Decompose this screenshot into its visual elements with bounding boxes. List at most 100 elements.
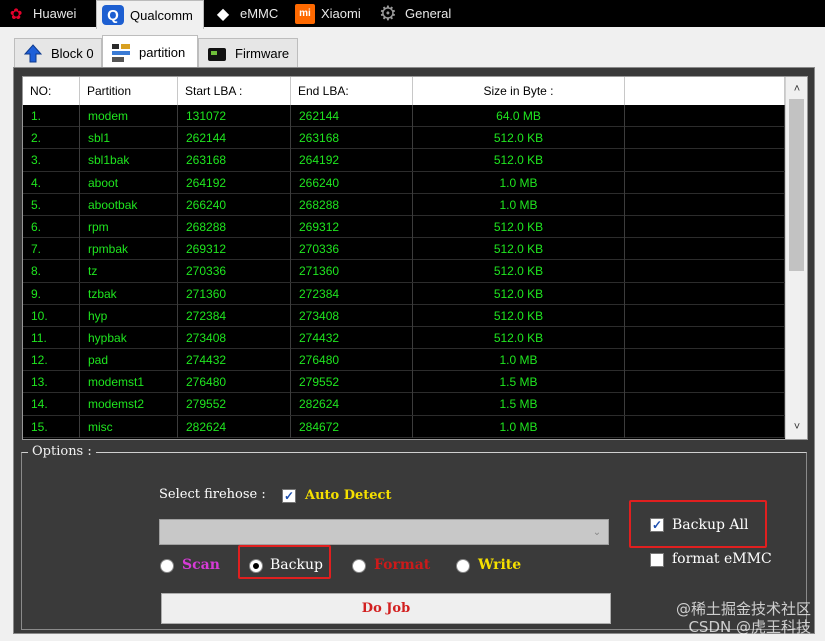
- backup-all-checkbox[interactable]: ✓: [650, 518, 664, 532]
- partition-panel: NO: Partition Start LBA : End LBA: Size …: [13, 67, 815, 634]
- cell-size: 1.0 MB: [413, 415, 625, 438]
- table-row[interactable]: 10. hyp 272384 273408 512.0 KB: [23, 304, 785, 327]
- cell-partition: aboot: [80, 171, 178, 194]
- partition-table: NO: Partition Start LBA : End LBA: Size …: [22, 76, 808, 440]
- table-row[interactable]: 4. aboot 264192 266240 1.0 MB: [23, 171, 785, 194]
- cell-size: 512.0 KB: [413, 127, 625, 150]
- table-row[interactable]: 11. hypbak 273408 274432 512.0 KB: [23, 326, 785, 350]
- cell-end-lba: 282624: [291, 393, 413, 416]
- table-row[interactable]: 6. rpm 268288 269312 512.0 KB: [23, 215, 785, 239]
- table-row[interactable]: 7. rpmbak 269312 270336 512.0 KB: [23, 238, 785, 261]
- table-row[interactable]: 3. sbl1bak 263168 264192 512.0 KB: [23, 149, 785, 172]
- scroll-up-icon[interactable]: ˄: [786, 79, 807, 99]
- cell-end-lba: 276480: [291, 349, 413, 372]
- checkmark-icon: ✓: [283, 489, 295, 503]
- cell-start-lba: 272384: [178, 304, 291, 327]
- radio-write[interactable]: [456, 559, 470, 573]
- cell-size: 64.0 MB: [413, 105, 625, 127]
- cell-partition: modemst2: [80, 393, 178, 416]
- column-header-partition[interactable]: Partition: [80, 77, 178, 105]
- cell-no: 8.: [23, 260, 80, 283]
- auto-detect-checkbox[interactable]: ✓: [282, 489, 296, 503]
- radio-format[interactable]: [352, 559, 366, 573]
- tab-label: Qualcomm: [130, 7, 193, 23]
- cell-end-lba: 262144: [291, 105, 413, 127]
- table-row[interactable]: 2. sbl1 262144 263168 512.0 KB: [23, 127, 785, 150]
- tab-label: eMMC: [240, 6, 279, 21]
- cell-start-lba: 264192: [178, 171, 291, 194]
- column-header-no[interactable]: NO:: [23, 77, 80, 105]
- table-row[interactable]: 15. misc 282624 284672 1.0 MB: [23, 415, 785, 438]
- table-body: 1. modem 131072 262144 64.0 MB 2. sbl1 262144 26…: [23, 105, 785, 438]
- tab-xiaomi[interactable]: mi Xiaomi: [290, 0, 370, 27]
- table-scrollbar[interactable]: ˄ ˅: [785, 77, 807, 439]
- tab-partition[interactable]: partition: [102, 35, 198, 69]
- column-header-end-lba[interactable]: End LBA:: [291, 77, 413, 105]
- table-row[interactable]: 1. modem 131072 262144 64.0 MB: [23, 105, 785, 128]
- format-emmc-checkbox[interactable]: [650, 553, 664, 567]
- tab-huawei[interactable]: ✿ Huawei: [0, 0, 92, 27]
- table-row[interactable]: 8. tz 270336 271360 512.0 KB: [23, 260, 785, 283]
- cell-size: 1.0 MB: [413, 171, 625, 194]
- tab-firmware[interactable]: Firmware: [198, 38, 298, 68]
- qualcomm-logo-icon: Q: [102, 5, 124, 25]
- table-row[interactable]: 14. modemst2 279552 282624 1.5 MB: [23, 393, 785, 416]
- cell-size: 512.0 KB: [413, 238, 625, 261]
- xiaomi-logo-icon: mi: [295, 3, 315, 24]
- tab-general[interactable]: ⚙ General: [372, 0, 464, 27]
- radio-backup[interactable]: [249, 559, 263, 573]
- tab-label: General: [405, 6, 452, 21]
- cell-end-lba: 274432: [291, 326, 413, 349]
- partition-icon: [109, 42, 133, 64]
- scroll-thumb[interactable]: [789, 99, 804, 271]
- watermark-line-2: CSDN @虎王科技: [688, 618, 811, 636]
- cell-end-lba: 264192: [291, 149, 413, 172]
- cell-no: 6.: [23, 215, 80, 238]
- column-header-start-lba[interactable]: Start LBA :: [178, 77, 291, 105]
- firehose-select[interactable]: ⌄: [159, 519, 609, 545]
- cell-empty: [625, 127, 785, 150]
- brand-tab-bar: ✿ Huawei Q Qualcomm ◆ eMMC mi Xiaomi ⚙ G…: [0, 0, 825, 29]
- cell-end-lba: 270336: [291, 238, 413, 261]
- cell-partition: pad: [80, 349, 178, 372]
- cell-empty: [625, 149, 785, 172]
- cell-size: 512.0 KB: [413, 149, 625, 172]
- tab-qualcomm[interactable]: Q Qualcomm: [96, 0, 204, 29]
- cell-start-lba: 271360: [178, 282, 291, 305]
- chevron-down-icon: ⌄: [592, 526, 602, 538]
- cell-size: 512.0 KB: [413, 215, 625, 238]
- radio-format-label: Format: [374, 557, 431, 573]
- huawei-logo-icon: ✿: [9, 5, 23, 23]
- table-row[interactable]: 13. modemst1 276480 279552 1.5 MB: [23, 371, 785, 394]
- table-row[interactable]: 9. tzbak 271360 272384 512.0 KB: [23, 282, 785, 305]
- cell-no: 14.: [23, 393, 80, 416]
- radio-scan[interactable]: [160, 559, 174, 573]
- column-header-size[interactable]: Size in Byte :: [413, 77, 625, 105]
- cell-no: 7.: [23, 238, 80, 261]
- format-emmc-label: format eMMC: [672, 551, 772, 567]
- cell-partition: sbl1bak: [80, 149, 178, 172]
- cell-no: 9.: [23, 282, 80, 305]
- scroll-down-icon[interactable]: ˅: [786, 417, 807, 437]
- auto-detect-label: Auto Detect: [305, 488, 392, 503]
- table-row[interactable]: 5. abootbak 266240 268288 1.0 MB: [23, 193, 785, 216]
- cell-start-lba: 270336: [178, 260, 291, 283]
- cell-partition: hypbak: [80, 326, 178, 349]
- table-row[interactable]: 12. pad 274432 276480 1.0 MB: [23, 349, 785, 372]
- do-job-button[interactable]: Do Job: [161, 593, 611, 624]
- options-legend: Options :: [28, 444, 96, 459]
- tab-emmc[interactable]: ◆ eMMC: [207, 0, 287, 27]
- cell-end-lba: 263168: [291, 127, 413, 150]
- tab-block0[interactable]: Block 0: [14, 38, 102, 68]
- checkmark-icon: ✓: [651, 518, 663, 532]
- cell-end-lba: 272384: [291, 282, 413, 305]
- cell-empty: [625, 282, 785, 305]
- radio-scan-label: Scan: [182, 557, 220, 573]
- cell-empty: [625, 215, 785, 238]
- tab-label: partition: [139, 45, 186, 60]
- cell-empty: [625, 304, 785, 327]
- cell-no: 13.: [23, 371, 80, 394]
- select-firehose-label: Select firehose :: [159, 487, 266, 502]
- cell-size: 512.0 KB: [413, 282, 625, 305]
- cell-empty: [625, 260, 785, 283]
